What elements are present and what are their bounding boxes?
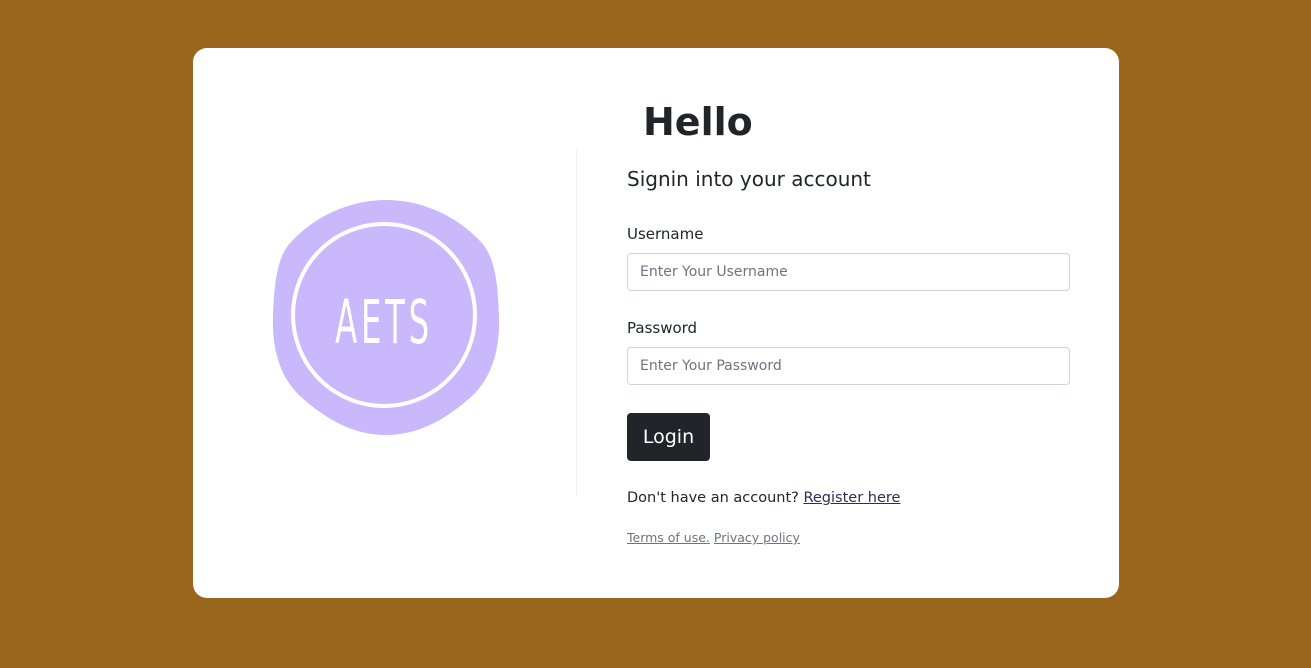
register-prompt-text: Don't have an account? (627, 490, 799, 506)
page-subtitle: Signin into your account (627, 167, 871, 191)
login-button[interactable]: Login (627, 413, 710, 461)
privacy-link[interactable]: Privacy policy (714, 530, 800, 545)
vertical-divider (576, 148, 577, 496)
page-title: Hello (643, 100, 753, 144)
logo: AETS (271, 197, 501, 437)
terms-link[interactable]: Terms of use. (627, 530, 710, 545)
username-label: Username (627, 225, 704, 243)
password-input[interactable] (627, 347, 1070, 385)
legal-links: Terms of use. Privacy policy (627, 530, 800, 546)
aets-badge-logo-icon: AETS (272, 200, 500, 435)
page-background: { "colors": { "background": "#9a651d", "… (0, 0, 1311, 668)
register-prompt: Don't have an account? Register here (627, 488, 900, 508)
password-label: Password (627, 319, 698, 337)
register-link[interactable]: Register here (803, 490, 900, 506)
login-card: AETS Hello Signin into your account User… (193, 48, 1119, 598)
username-input[interactable] (627, 253, 1070, 291)
logo-text: AETS (335, 287, 433, 358)
